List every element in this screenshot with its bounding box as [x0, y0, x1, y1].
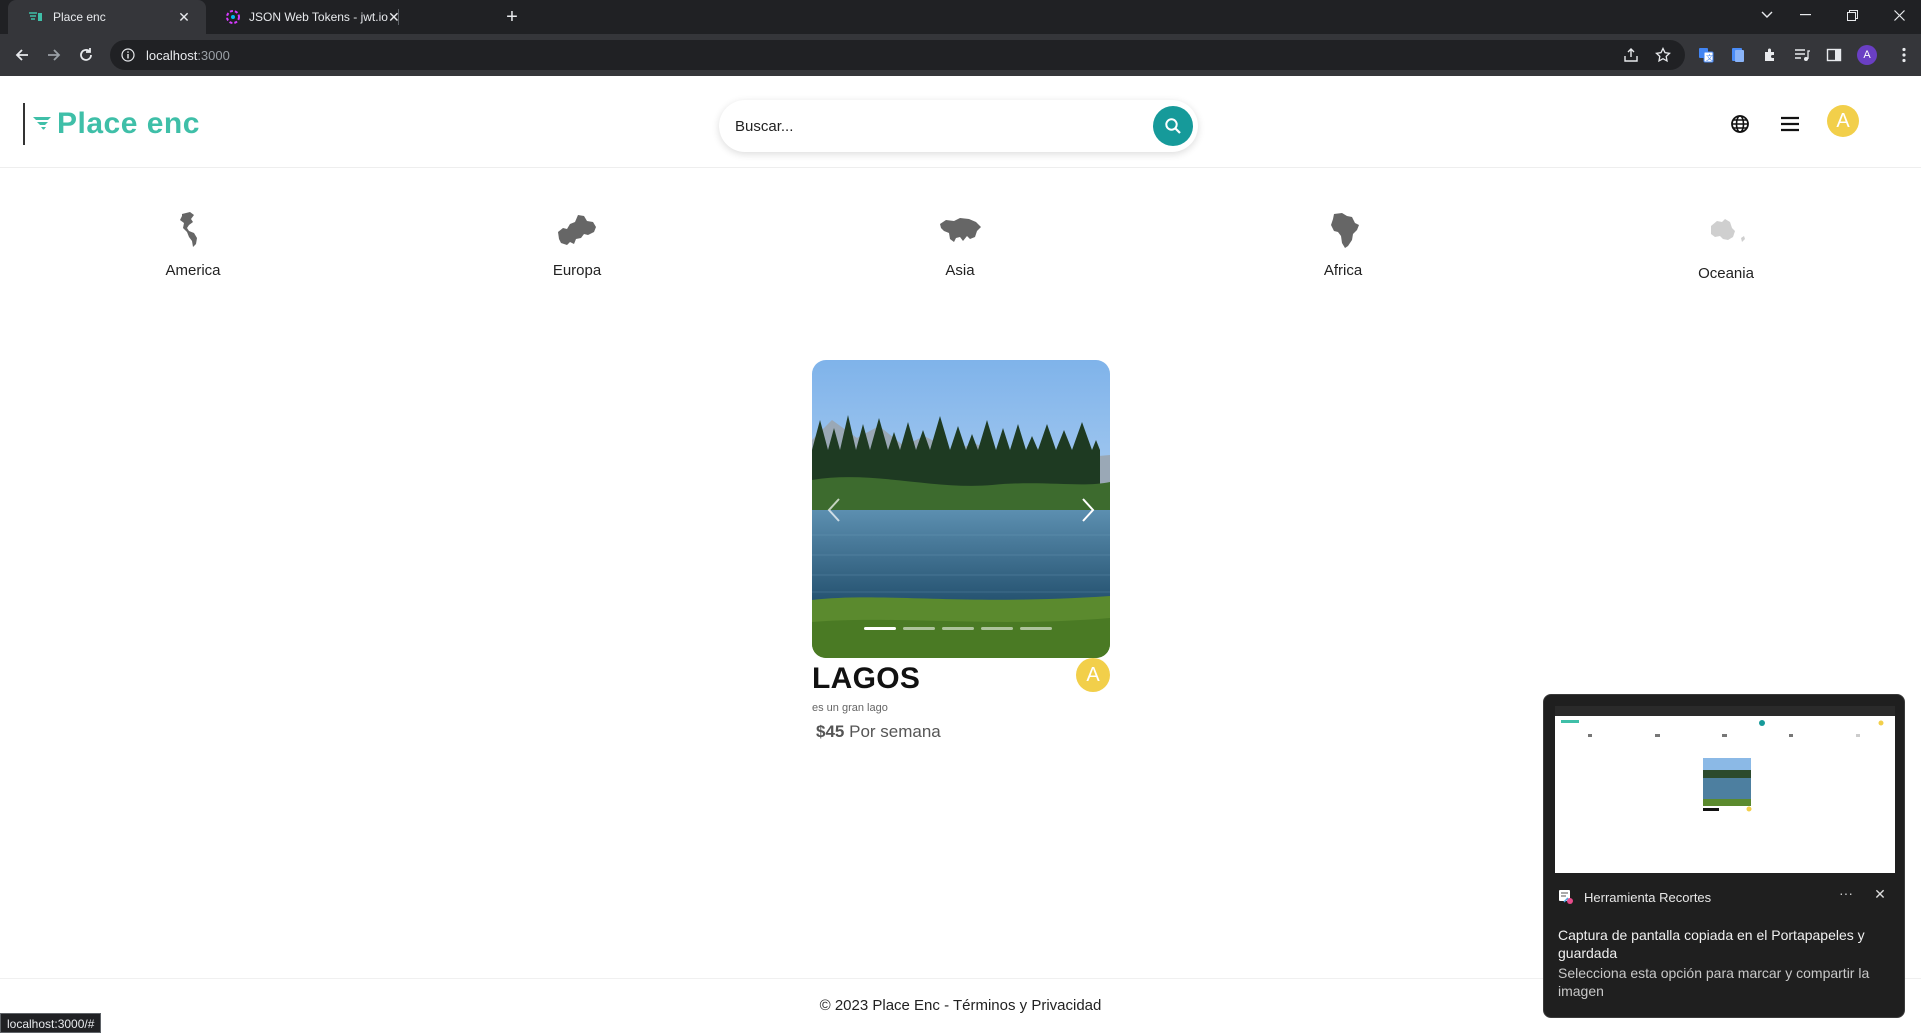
site-info-icon[interactable]: [120, 47, 136, 63]
continent-label: America: [165, 262, 221, 279]
restore-icon[interactable]: [1836, 0, 1868, 30]
continent-label: Europa: [552, 262, 602, 279]
europe-map-icon: [558, 215, 596, 245]
media-queue-icon[interactable]: [1790, 43, 1814, 67]
url-host: localhost: [146, 47, 198, 63]
carousel-indicators: [864, 627, 1052, 630]
place-enc-favicon-icon: [28, 9, 44, 25]
forward-icon[interactable]: [42, 43, 66, 67]
tab-search-icon[interactable]: [1751, 0, 1783, 30]
screenshot-thumbnail[interactable]: [1555, 706, 1895, 873]
africa-map-icon: [1331, 213, 1359, 248]
toast-app-name: Herramienta Recortes: [1584, 889, 1712, 905]
close-window-icon[interactable]: [1883, 0, 1915, 30]
search-input[interactable]: [719, 106, 1153, 146]
card-title: LAGOS: [812, 662, 921, 695]
globe-icon[interactable]: [1726, 110, 1754, 138]
card-photo-carousel[interactable]: [812, 360, 1110, 658]
continent-africa[interactable]: Africa: [1273, 210, 1413, 279]
tab-divider: [398, 9, 399, 25]
card-host-avatar[interactable]: A: [1076, 658, 1110, 692]
search-button[interactable]: [1153, 106, 1193, 146]
carousel-dot[interactable]: [1020, 627, 1052, 630]
search-bar: [719, 100, 1198, 152]
logo-text: Place enc: [57, 107, 200, 140]
toast-subtitle: Selecciona esta opción para marcar y com…: [1558, 965, 1870, 999]
browser-menu-icon[interactable]: [1892, 43, 1916, 67]
card-title-row: LAGOS A: [812, 658, 1110, 700]
continent-label: Africa: [1323, 262, 1363, 279]
minimize-icon[interactable]: [1789, 0, 1821, 30]
app-header: Place enc A: [0, 76, 1921, 168]
toast-title: Captura de pantalla copiada en el Portap…: [1558, 927, 1865, 961]
tab-title: Place enc: [53, 10, 106, 24]
hamburger-menu-icon[interactable]: [1776, 110, 1804, 138]
docs-extension-icon[interactable]: [1726, 43, 1750, 67]
browser-tabstrip: Place enc ✕ JSON Web Tokens - jwt.io ✕ +: [0, 0, 1921, 34]
profile-avatar[interactable]: A: [1857, 45, 1877, 65]
price-amount: $45: [816, 722, 845, 741]
extensions-puzzle-icon[interactable]: [1758, 43, 1782, 67]
thumbnail-preview-image: [1555, 716, 1895, 873]
carousel-dot[interactable]: [981, 627, 1013, 630]
status-bar-url: localhost:3000/#: [0, 1013, 102, 1033]
lake-photo: [812, 360, 1110, 658]
continent-label: Asia: [945, 262, 975, 279]
toast-header: Herramienta Recortes: [1558, 889, 1711, 905]
logo[interactable]: Place enc: [23, 103, 200, 145]
close-icon[interactable]: ✕: [1872, 886, 1888, 903]
continent-europa[interactable]: Europa: [507, 210, 647, 279]
chevron-right-icon: [1082, 498, 1095, 522]
new-tab-icon[interactable]: +: [500, 5, 524, 29]
snipping-tool-notification[interactable]: Herramienta Recortes ··· ✕ Captura de pa…: [1543, 694, 1905, 1018]
carousel-dot[interactable]: [942, 627, 974, 630]
reload-icon[interactable]: [74, 43, 98, 67]
tab-place-enc[interactable]: Place enc ✕: [8, 0, 206, 34]
card-description: es un gran lago: [812, 702, 888, 714]
place-card[interactable]: LAGOS A es un gran lago $45 Por semana: [812, 360, 1110, 742]
chevron-left-icon: [827, 498, 840, 522]
back-icon[interactable]: [10, 43, 34, 67]
footer-and: y: [1015, 997, 1032, 1014]
oceania-map-icon: [1711, 219, 1745, 242]
search-icon: [1165, 118, 1181, 134]
more-options-icon[interactable]: ···: [1836, 885, 1856, 901]
continent-asia[interactable]: Asia: [890, 210, 1030, 279]
share-icon[interactable]: [1623, 47, 1639, 63]
bookmark-star-icon[interactable]: [1655, 47, 1671, 63]
jwt-favicon-icon: [226, 9, 240, 25]
logo-wings-icon: [33, 117, 51, 130]
copyright-text: © 2023 Place Enc -: [819, 997, 953, 1014]
continent-label: Oceania: [1698, 265, 1754, 282]
url-port: :3000: [197, 47, 230, 63]
continent-oceania[interactable]: Oceania: [1656, 210, 1796, 282]
asia-map-icon: [940, 218, 981, 242]
tab-jwt[interactable]: JSON Web Tokens - jwt.io ✕: [206, 0, 400, 34]
carousel-next-button[interactable]: [1074, 490, 1102, 530]
browser-toolbar: localhost:3000 文 A: [0, 34, 1921, 76]
price-period: Por semana: [849, 722, 941, 741]
carousel-dot[interactable]: [864, 627, 896, 630]
tab-title: JSON Web Tokens - jwt.io: [249, 10, 388, 24]
terms-link[interactable]: Términos: [953, 997, 1016, 1014]
svg-text:文: 文: [1706, 53, 1713, 62]
translate-extension-icon[interactable]: 文: [1694, 43, 1718, 67]
americas-map-icon: [180, 212, 197, 247]
continent-america[interactable]: America: [123, 210, 263, 279]
card-price: $45 Por semana: [812, 722, 1110, 742]
user-avatar[interactable]: A: [1827, 105, 1859, 137]
address-bar[interactable]: localhost:3000: [110, 40, 1685, 70]
side-panel-icon[interactable]: [1822, 43, 1846, 67]
close-tab-icon[interactable]: ✕: [176, 9, 192, 25]
carousel-dot[interactable]: [903, 627, 935, 630]
carousel-prev-button[interactable]: [820, 490, 848, 530]
privacy-link[interactable]: Privacidad: [1031, 997, 1101, 1014]
snipping-tool-icon: [1559, 890, 1573, 904]
